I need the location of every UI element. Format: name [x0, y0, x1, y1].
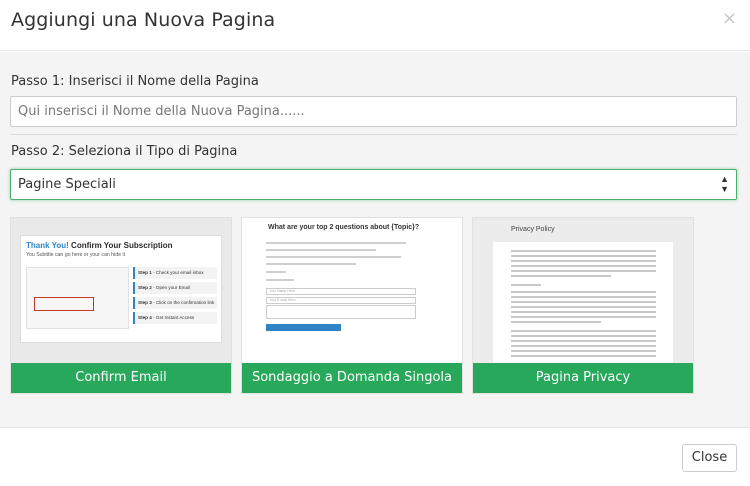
modal-body: Passo 1: Inserisci il Nome della Pagina …: [0, 52, 750, 428]
modal-title: Aggiungi una Nuova Pagina: [11, 9, 276, 31]
preview-email-mockup: [26, 267, 129, 329]
preview-step: Step 1 - Check your email inbox: [133, 267, 217, 279]
text-line: [511, 306, 656, 308]
text-line: [511, 321, 601, 323]
close-icon[interactable]: ×: [722, 10, 737, 28]
card-label: Pagina Privacy: [473, 363, 693, 393]
card-label: Confirm Email: [11, 363, 231, 393]
text-line: [511, 340, 656, 342]
preview-question-area: [266, 305, 416, 319]
page-type-selected-value: Pagine Speciali: [18, 177, 116, 192]
text-line: [511, 255, 656, 257]
text-line: [511, 250, 656, 252]
confirm-email-preview: Thank You! Confirm Your Subscription You…: [11, 218, 231, 364]
preview-title: Thank You! Confirm Your Subscription: [26, 241, 173, 250]
preview-email-field: Your E-mail Here...: [266, 297, 416, 304]
text-line: [266, 263, 356, 265]
template-card-confirm-email[interactable]: Thank You! Confirm Your Subscription You…: [10, 217, 232, 394]
modal-footer: Close: [0, 429, 750, 486]
preview-step: Step 4 - Get Instant Access: [133, 312, 217, 324]
text-line: [511, 291, 656, 293]
preview-name-field: Your Name Here...: [266, 288, 416, 295]
text-line: [511, 335, 656, 337]
preview-submit-button: [266, 324, 341, 331]
text-line: [511, 265, 656, 267]
text-line: [266, 249, 376, 251]
preview-step: Step 2 - Open your Email: [133, 282, 217, 294]
card-label: Sondaggio a Domanda Singola: [242, 363, 462, 393]
text-line: [266, 256, 401, 258]
text-line: [511, 316, 656, 318]
step1-label: Passo 1: Inserisci il Nome della Pagina: [11, 74, 259, 89]
text-line: [511, 270, 656, 272]
text-line: [266, 279, 294, 281]
page-name-input[interactable]: [10, 96, 737, 127]
preview-title: What are your top 2 questions about {Top…: [268, 224, 420, 231]
survey-preview-frame: What are your top 2 questions about {Top…: [242, 218, 462, 364]
survey-preview: What are your top 2 questions about {Top…: [242, 218, 462, 364]
text-line: [511, 350, 656, 352]
confirm-email-preview-frame: Thank You! Confirm Your Subscription You…: [20, 235, 222, 343]
preview-step: Step 3 - Click on the confirmation link: [133, 297, 217, 309]
step2-label: Passo 2: Seleziona il Tipo di Pagina: [11, 144, 238, 159]
preview-highlight-box: [34, 297, 94, 311]
text-line: [511, 330, 656, 332]
text-line: [511, 275, 611, 277]
modal-header: Aggiungi una Nuova Pagina ×: [0, 0, 750, 51]
privacy-preview: Privacy Policy: [473, 218, 693, 364]
preview-document: [493, 242, 673, 364]
text-line: [511, 284, 541, 286]
text-line: [511, 311, 656, 313]
template-card-privacy-page[interactable]: Privacy Policy Pagina Privacy: [472, 217, 694, 394]
close-button[interactable]: Close: [682, 444, 737, 472]
preview-subtitle: You Subtitle can go here or your can hid…: [26, 252, 126, 258]
text-line: [511, 355, 656, 357]
template-card-single-question-survey[interactable]: What are your top 2 questions about {Top…: [241, 217, 463, 394]
privacy-preview-frame: Privacy Policy: [473, 218, 693, 364]
text-line: [511, 296, 656, 298]
text-line: [511, 260, 656, 262]
preview-title: Privacy Policy: [511, 226, 555, 233]
text-line: [511, 345, 656, 347]
text-line: [511, 301, 656, 303]
divider: [10, 134, 737, 135]
select-arrows-icon: ▲ ▼: [720, 174, 729, 194]
page-type-select[interactable]: Pagine Speciali ▲ ▼: [10, 169, 737, 200]
text-line: [266, 242, 406, 244]
text-line: [266, 271, 286, 273]
